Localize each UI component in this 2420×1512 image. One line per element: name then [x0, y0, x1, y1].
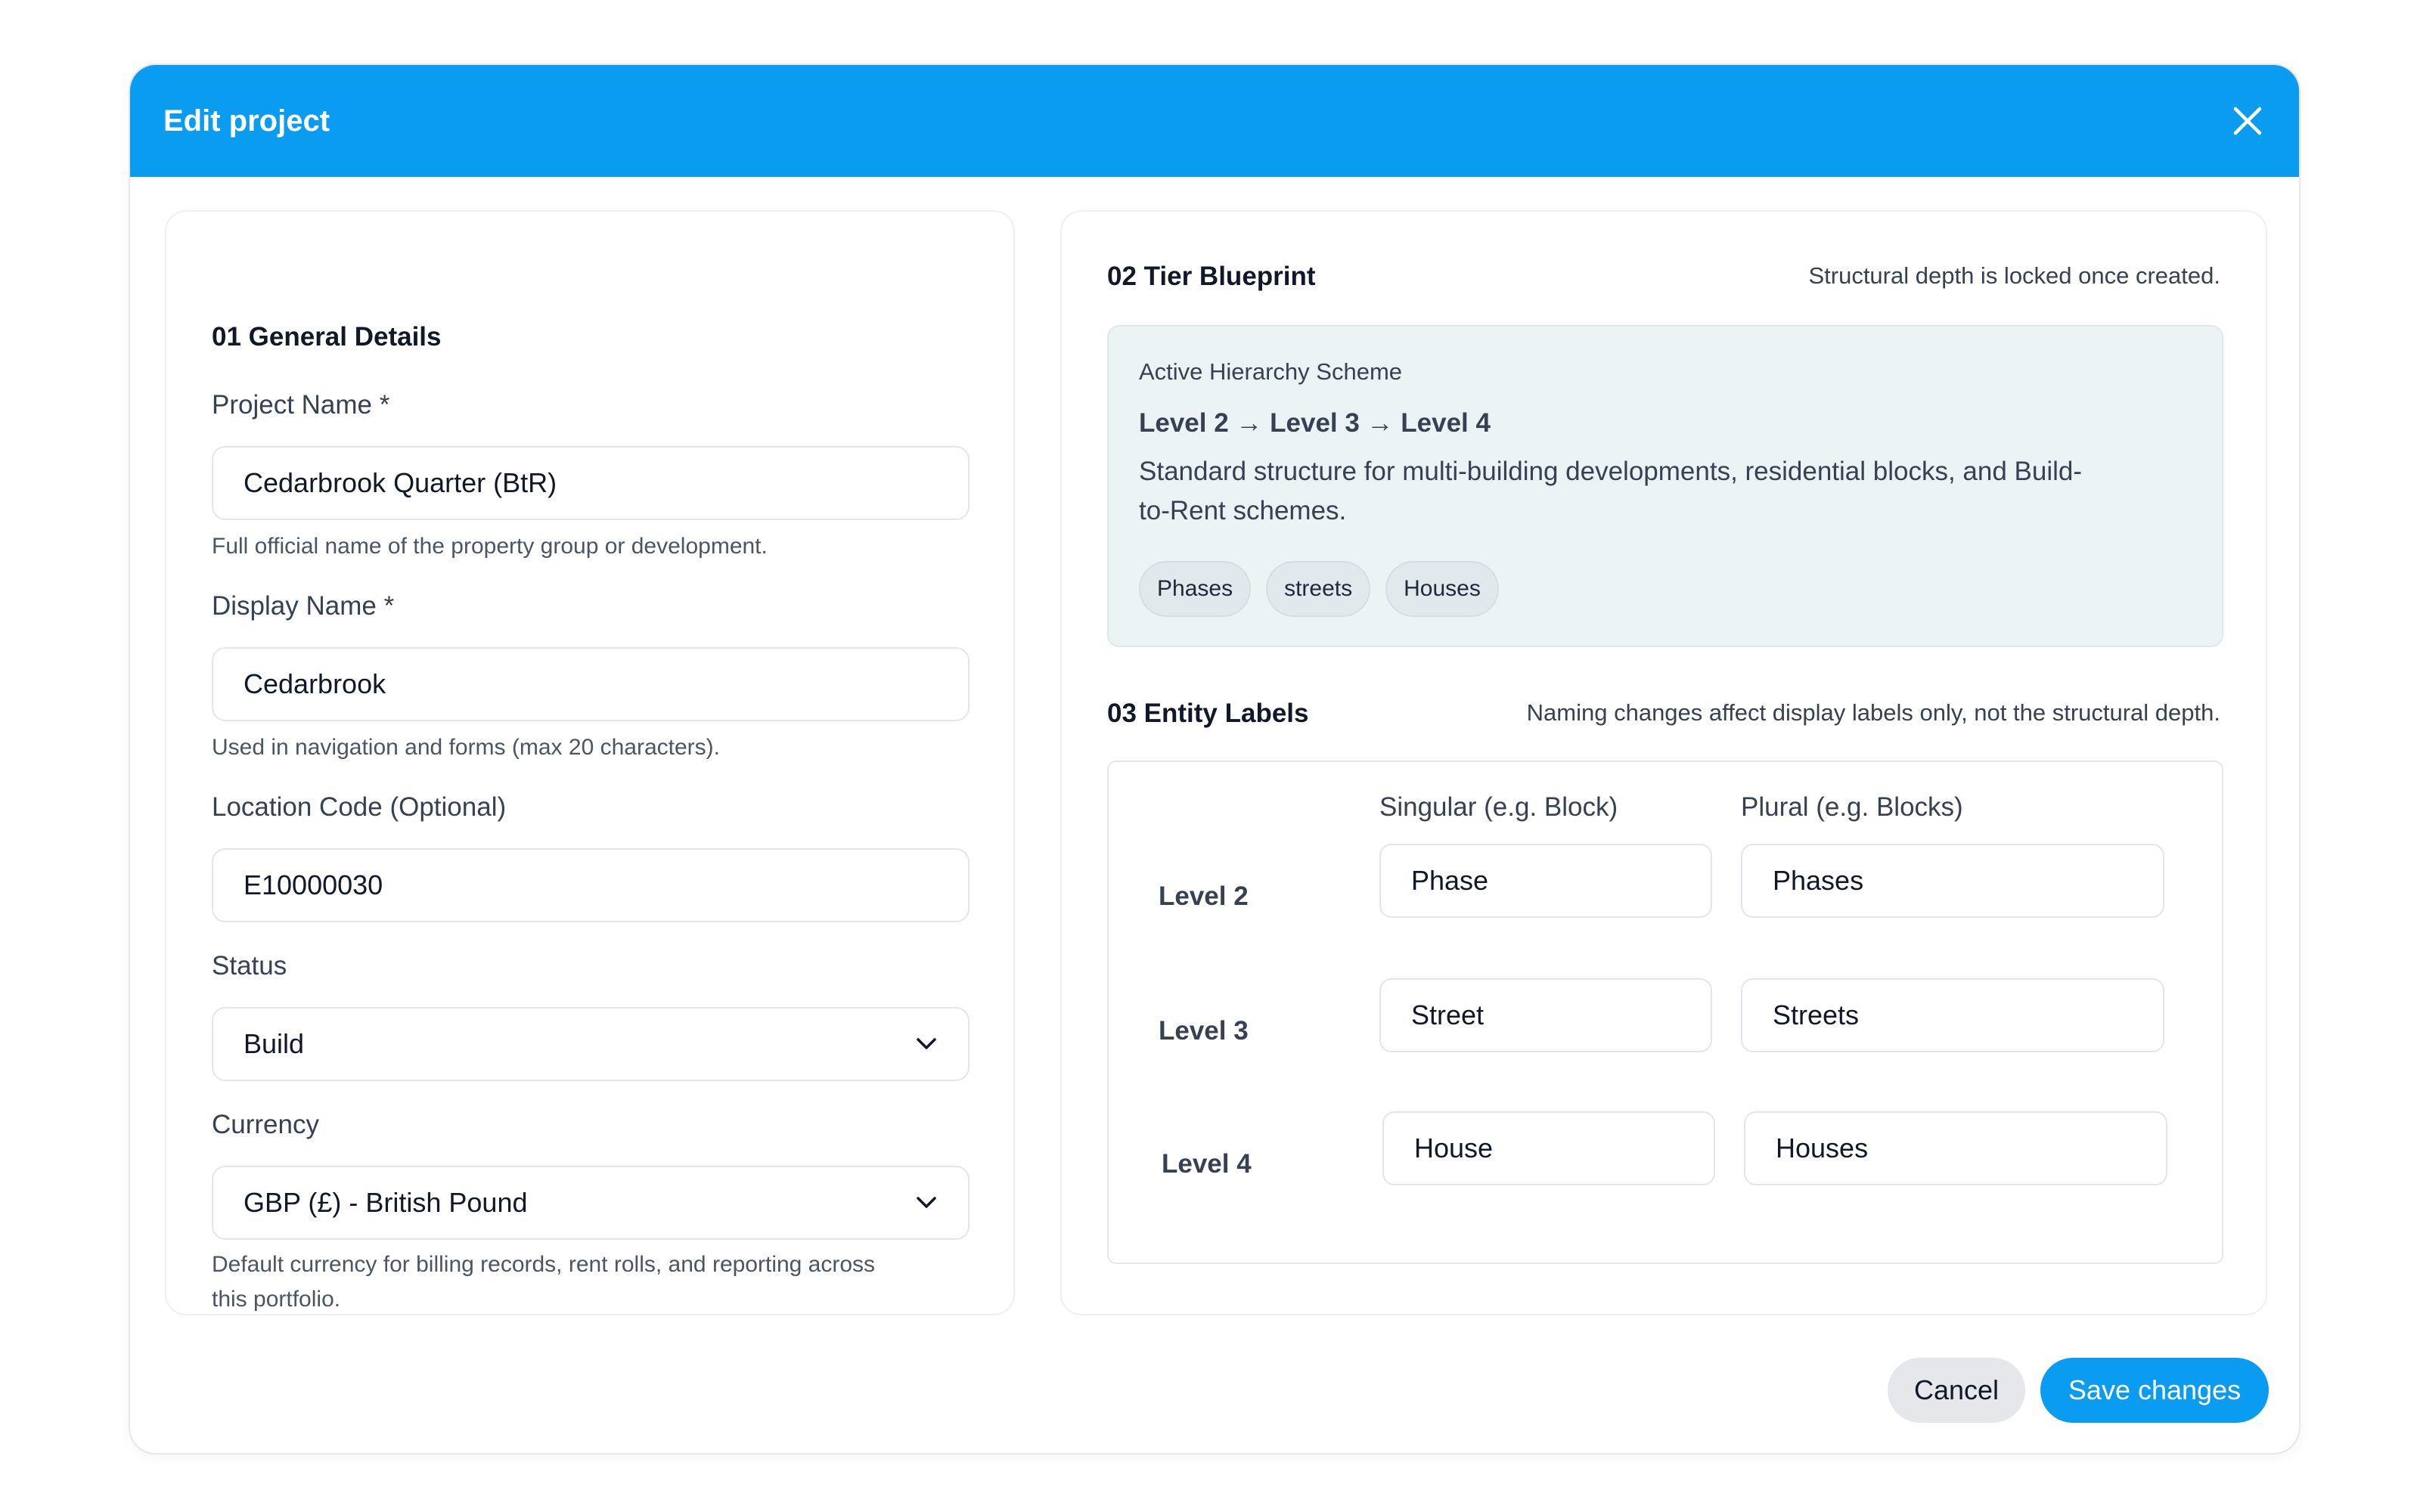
level-4-singular-input[interactable]: House	[1382, 1111, 1715, 1185]
level-4-plural-value: Houses	[1776, 1132, 1869, 1163]
edit-project-modal: Edit project 01 General Details Project …	[129, 64, 2301, 1455]
tag-houses: Houses	[1385, 561, 1499, 617]
close-button[interactable]	[2226, 100, 2269, 142]
tier-note: Structural depth is locked once created.	[1808, 262, 2220, 289]
scheme-tags: Phases streets Houses	[1139, 561, 1514, 617]
modal-title: Edit project	[163, 104, 330, 138]
level-3-singular-value: Street	[1411, 999, 1485, 1030]
status-label: Status	[212, 951, 287, 981]
currency-value: GBP (£) - British Pound	[244, 1187, 528, 1218]
tag-phases: Phases	[1139, 561, 1252, 617]
level-2-singular-value: Phase	[1411, 865, 1489, 896]
level-3-singular-input[interactable]: Street	[1379, 978, 1712, 1052]
level-3-plural-value: Streets	[1773, 999, 1860, 1030]
scheme-caption: Active Hierarchy Scheme	[1139, 358, 1403, 385]
status-select[interactable]: Build	[212, 1007, 970, 1081]
level-2-singular-input[interactable]: Phase	[1379, 844, 1712, 918]
entity-note: Naming changes affect display labels onl…	[1526, 699, 2220, 726]
display-name-input[interactable]: Cedarbrook	[212, 647, 970, 721]
location-code-value: E10000030	[244, 869, 383, 900]
project-name-help: Full official name of the property group…	[212, 534, 768, 559]
level-4-label: Level 4	[1162, 1149, 1252, 1179]
tag-streets: streets	[1266, 561, 1371, 617]
chevron-down-icon	[917, 1038, 936, 1049]
currency-label: Currency	[212, 1110, 319, 1139]
level-4-plural-input[interactable]: Houses	[1744, 1111, 2167, 1185]
level-3-plural-input[interactable]: Streets	[1741, 978, 2164, 1052]
close-icon	[2233, 107, 2262, 135]
tier-section-title: 02 Tier Blueprint	[1107, 262, 1316, 291]
level-4-singular-value: House	[1414, 1132, 1494, 1163]
general-details-panel: 01 General Details Project Name * Cedarb…	[165, 210, 1015, 1315]
location-code-input[interactable]: E10000030	[212, 848, 970, 922]
level-2-label: Level 2	[1159, 881, 1249, 911]
col-plural-header: Plural (e.g. Blocks)	[1741, 792, 1963, 822]
currency-help-line2: this portfolio.	[212, 1287, 341, 1312]
col-singular-header: Singular (e.g. Block)	[1379, 792, 1618, 822]
project-name-input[interactable]: Cedarbrook Quarter (BtR)	[212, 446, 970, 520]
status-value: Build	[244, 1028, 305, 1059]
level-2-plural-value: Phases	[1773, 865, 1864, 896]
scheme-description-line2: to-Rent schemes.	[1139, 496, 1347, 525]
project-name-value: Cedarbrook Quarter (BtR)	[244, 467, 557, 498]
currency-help-line1: Default currency for billing records, re…	[212, 1252, 876, 1277]
modal-header: Edit project	[130, 65, 2299, 177]
level-2-plural-input[interactable]: Phases	[1741, 844, 2164, 918]
tier-panel: 02 Tier Blueprint Structural depth is lo…	[1060, 210, 2267, 1315]
general-section-title: 01 General Details	[212, 322, 442, 352]
chevron-down-icon	[917, 1197, 936, 1208]
hierarchy-scheme-box: Active Hierarchy Scheme Level 2 → Level …	[1107, 325, 2223, 647]
currency-select[interactable]: GBP (£) - British Pound	[212, 1166, 970, 1240]
scheme-path: Level 2 → Level 3 → Level 4	[1139, 408, 1491, 438]
display-name-value: Cedarbrook	[244, 668, 386, 699]
display-name-help: Used in navigation and forms (max 20 cha…	[212, 735, 720, 760]
entity-section-title: 03 Entity Labels	[1107, 699, 1309, 728]
display-name-label: Display Name *	[212, 591, 395, 621]
save-changes-button[interactable]: Save changes	[2040, 1358, 2269, 1423]
cancel-button[interactable]: Cancel	[1888, 1358, 2025, 1423]
location-code-label: Location Code (Optional)	[212, 792, 507, 822]
level-3-label: Level 3	[1159, 1016, 1249, 1046]
scheme-description-line1: Standard structure for multi-building de…	[1139, 457, 2083, 486]
project-name-label: Project Name *	[212, 390, 390, 420]
entity-labels-table: Singular (e.g. Block) Plural (e.g. Block…	[1107, 761, 2223, 1264]
